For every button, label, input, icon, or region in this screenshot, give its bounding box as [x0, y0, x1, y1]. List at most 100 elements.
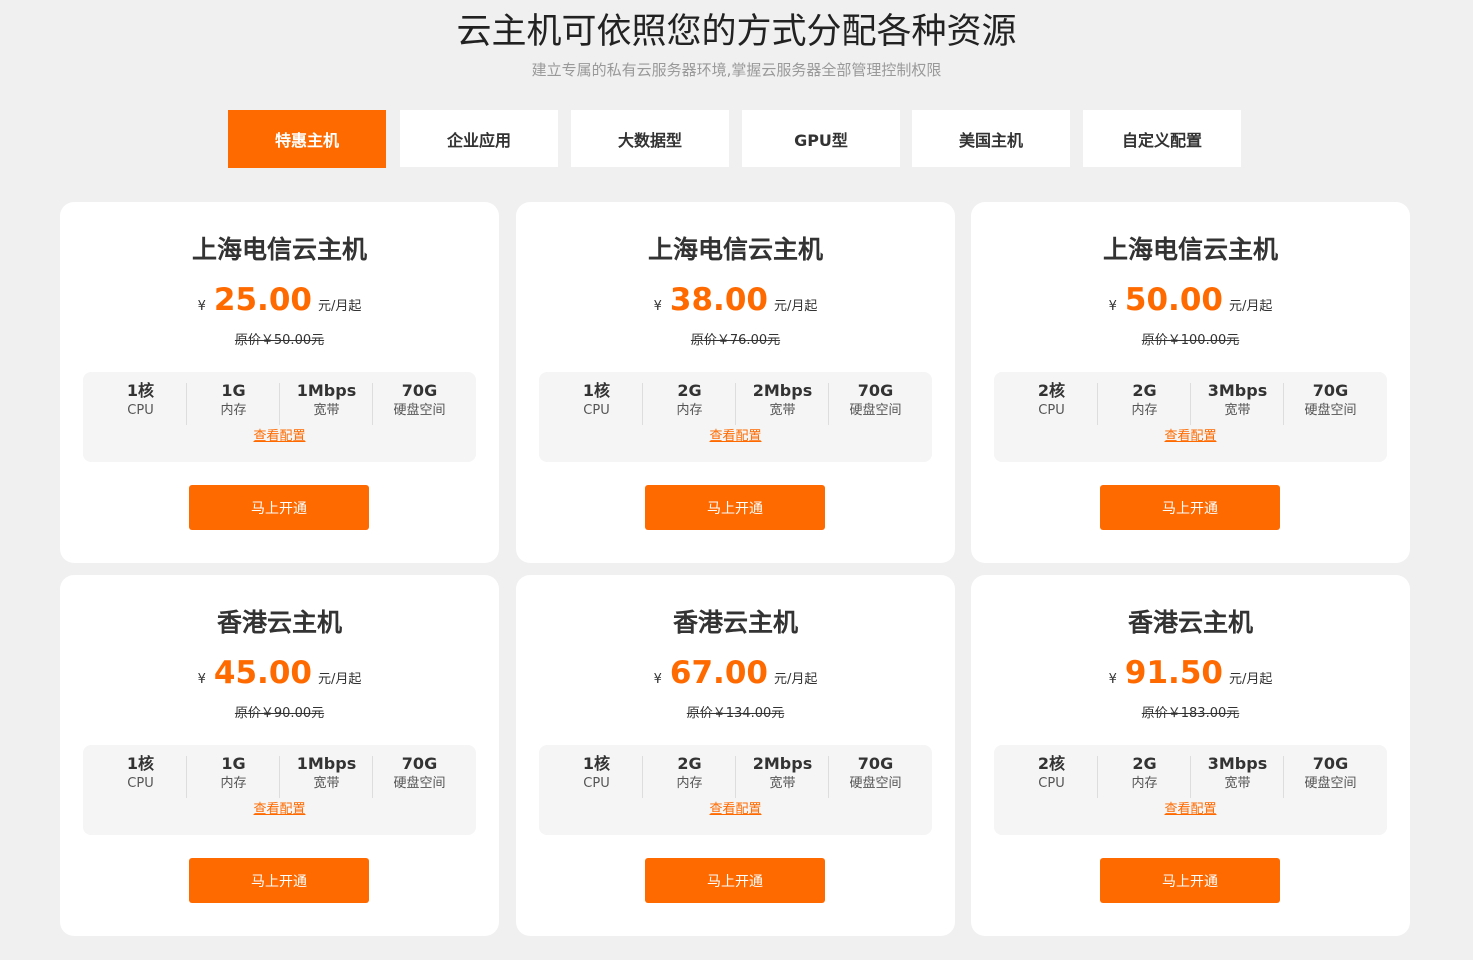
spec-disk: 70G 硬盘空间 [829, 381, 922, 425]
price-unit: 元/月起 [773, 299, 818, 314]
price-unit: 元/月起 [317, 672, 362, 687]
spec-label: CPU [1038, 776, 1065, 791]
tab-us-hosts[interactable]: 美国主机 [912, 110, 1070, 167]
spec-cpu: 1核 CPU [94, 754, 187, 798]
tab-enterprise-apps[interactable]: 企业应用 [400, 110, 558, 167]
open-now-button[interactable]: 马上开通 [189, 485, 369, 530]
spec-value: 1核 [582, 381, 611, 400]
spec-bandwidth: 2Mbps 宽带 [736, 381, 829, 425]
price-value: 25.00 [213, 282, 312, 318]
open-now-button[interactable]: 马上开通 [1100, 485, 1280, 530]
spec-label: 硬盘空间 [393, 403, 446, 418]
spec-box: 2核 CPU 2G 内存 3Mbps 宽带 70G 硬盘空间 查看配置 [994, 372, 1387, 462]
original-price: 原价￥183.00元 [1141, 706, 1240, 721]
tab-custom-config[interactable]: 自定义配置 [1083, 110, 1241, 167]
open-now-button[interactable]: 马上开通 [1100, 858, 1280, 903]
card-title: 香港云主机 [1127, 608, 1253, 637]
spec-value: 70G [1312, 754, 1349, 773]
spec-cpu: 1核 CPU [550, 381, 643, 425]
spec-box: 1核 CPU 1G 内存 1Mbps 宽带 70G 硬盘空间 查看配置 [83, 745, 476, 835]
tab-gpu[interactable]: GPU型 [742, 110, 900, 167]
spec-cpu: 1核 CPU [94, 381, 187, 425]
price-unit: 元/月起 [1228, 299, 1273, 314]
spec-box: 1核 CPU 2G 内存 2Mbps 宽带 70G 硬盘空间 查看配置 [539, 372, 932, 462]
spec-value: 2G [1132, 754, 1157, 773]
open-now-button[interactable]: 马上开通 [645, 858, 825, 903]
product-card: 香港云主机 ¥ 67.00 元/月起 原价￥134.00元 1核 CPU 2G … [516, 575, 955, 936]
spec-value: 1核 [126, 754, 155, 773]
price-row: ¥ 45.00 元/月起 [60, 653, 499, 697]
price-value: 38.00 [669, 282, 768, 318]
spec-memory: 2G 内存 [1098, 754, 1191, 798]
currency-symbol: ¥ [653, 299, 662, 314]
spec-label: 宽带 [313, 403, 340, 418]
open-now-button[interactable]: 马上开通 [189, 858, 369, 903]
view-config-link[interactable]: 查看配置 [539, 801, 932, 819]
spec-memory: 2G 内存 [1098, 381, 1191, 425]
spec-cpu: 2核 CPU [1005, 754, 1098, 798]
spec-value: 1G [221, 754, 246, 773]
card-title: 香港云主机 [216, 608, 342, 637]
price-row: ¥ 67.00 元/月起 [516, 653, 955, 697]
spec-disk: 70G 硬盘空间 [1284, 381, 1377, 425]
product-card: 香港云主机 ¥ 91.50 元/月起 原价￥183.00元 2核 CPU 2G … [971, 575, 1410, 936]
spec-label: 内存 [220, 776, 247, 791]
price-value: 91.50 [1124, 655, 1223, 691]
price-unit: 元/月起 [317, 299, 362, 314]
currency-symbol: ¥ [197, 672, 206, 687]
currency-symbol: ¥ [1108, 299, 1117, 314]
original-price: 原价￥90.00元 [234, 706, 325, 721]
price-value: 45.00 [213, 655, 312, 691]
view-config-link[interactable]: 查看配置 [994, 801, 1387, 819]
spec-disk: 70G 硬盘空间 [373, 381, 466, 425]
price-row: ¥ 38.00 元/月起 [516, 280, 955, 324]
tab-big-data[interactable]: 大数据型 [571, 110, 729, 167]
spec-value: 1Mbps [296, 381, 357, 400]
spec-value: 70G [1312, 381, 1349, 400]
spec-box: 1核 CPU 2G 内存 2Mbps 宽带 70G 硬盘空间 查看配置 [539, 745, 932, 835]
spec-bandwidth: 1Mbps 宽带 [280, 754, 373, 798]
spec-value: 1G [221, 381, 246, 400]
spec-bandwidth: 3Mbps 宽带 [1191, 381, 1284, 425]
spec-value: 2Mbps [752, 381, 813, 400]
spec-bandwidth: 1Mbps 宽带 [280, 381, 373, 425]
spec-box: 1核 CPU 1G 内存 1Mbps 宽带 70G 硬盘空间 查看配置 [83, 372, 476, 462]
card-title: 上海电信云主机 [191, 235, 367, 264]
view-config-link[interactable]: 查看配置 [539, 428, 932, 446]
view-config-link[interactable]: 查看配置 [83, 428, 476, 446]
spec-memory: 1G 内存 [187, 754, 280, 798]
price-unit: 元/月起 [773, 672, 818, 687]
currency-symbol: ¥ [197, 299, 206, 314]
original-price: 原价￥50.00元 [234, 333, 325, 348]
page-subtitle: 建立专属的私有云服务器环境,掌握云服务器全部管理控制权限 [531, 61, 942, 79]
spec-value: 1核 [582, 754, 611, 773]
spec-box: 2核 CPU 2G 内存 3Mbps 宽带 70G 硬盘空间 查看配置 [994, 745, 1387, 835]
price-value: 50.00 [1124, 282, 1223, 318]
spec-value: 2G [677, 754, 702, 773]
spec-memory: 2G 内存 [643, 381, 736, 425]
card-title: 上海电信云主机 [1102, 235, 1278, 264]
spec-label: 宽带 [1224, 403, 1251, 418]
product-card: 上海电信云主机 ¥ 50.00 元/月起 原价￥100.00元 2核 CPU 2… [971, 202, 1410, 563]
view-config-link[interactable]: 查看配置 [994, 428, 1387, 446]
price-value: 67.00 [669, 655, 768, 691]
spec-label: 内存 [220, 403, 247, 418]
spec-disk: 70G 硬盘空间 [1284, 754, 1377, 798]
spec-memory: 2G 内存 [643, 754, 736, 798]
open-now-button[interactable]: 马上开通 [645, 485, 825, 530]
view-config-link[interactable]: 查看配置 [83, 801, 476, 819]
spec-value: 3Mbps [1207, 381, 1268, 400]
spec-value: 70G [857, 754, 894, 773]
currency-symbol: ¥ [1108, 672, 1117, 687]
spec-value: 2G [677, 381, 702, 400]
spec-value: 1Mbps [296, 754, 357, 773]
spec-cpu: 2核 CPU [1005, 381, 1098, 425]
spec-bandwidth: 2Mbps 宽带 [736, 754, 829, 798]
page-title: 云主机可依照您的方式分配各种资源 [456, 12, 1017, 52]
original-price: 原价￥134.00元 [686, 706, 785, 721]
product-card: 上海电信云主机 ¥ 25.00 元/月起 原价￥50.00元 1核 CPU 1G… [60, 202, 499, 563]
spec-label: 内存 [676, 403, 703, 418]
spec-label: 硬盘空间 [393, 776, 446, 791]
spec-label: CPU [1038, 403, 1065, 418]
tab-special-hosts[interactable]: 特惠主机 [228, 110, 386, 168]
